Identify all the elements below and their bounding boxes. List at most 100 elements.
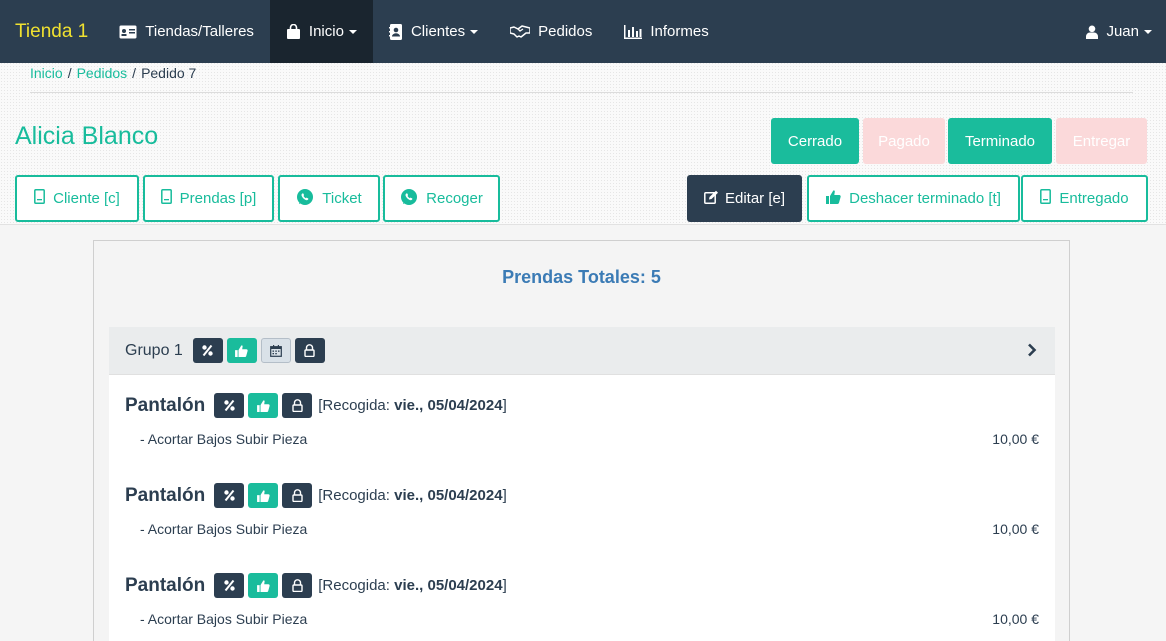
button-label: Entregado	[1059, 190, 1129, 207]
nav-item-label: Pedidos	[538, 23, 593, 40]
page-title: Alicia Blanco	[15, 122, 159, 150]
entregado-button[interactable]: Entregado	[1021, 175, 1148, 222]
bar-chart-icon	[624, 24, 643, 39]
order-panel: Prendas Totales: 5 Grupo 1 Pantalón [Rec…	[93, 240, 1070, 641]
breadcrumb-link-inicio[interactable]: Inicio	[30, 65, 63, 81]
nav-item-label: Informes	[650, 23, 709, 40]
edit-icon	[704, 190, 719, 208]
thumbs-up-icon	[826, 189, 841, 208]
group-label: Grupo 1	[125, 341, 183, 359]
status-cerrado-button[interactable]: Cerrado	[771, 118, 859, 164]
brand-logo[interactable]: Tienda 1	[0, 0, 103, 63]
item-header: Pantalón [Recogida: vie., 05/04/2024]	[125, 573, 507, 598]
item-service: - Acortar Bajos Subir Pieza	[140, 431, 308, 447]
button-label: Prendas [p]	[179, 190, 257, 207]
item-name: Pantalón	[125, 484, 206, 506]
status-terminado-button[interactable]: Terminado	[948, 118, 1052, 164]
status-entregar-button[interactable]: Entregar	[1056, 118, 1147, 164]
pickup-info: [Recogida: vie., 05/04/2024]	[318, 577, 507, 594]
whatsapp-icon	[296, 188, 314, 210]
pickup-label: [Recogida:	[318, 577, 395, 594]
percent-icon[interactable]	[214, 573, 245, 598]
item-price: 10,00 €	[992, 431, 1039, 447]
nav-item-tiendas[interactable]: Tiendas/Talleres	[103, 0, 270, 63]
prendas-button[interactable]: Prendas [p]	[143, 175, 274, 222]
ticket-button[interactable]: Ticket	[278, 175, 380, 222]
pickup-info: [Recogida: vie., 05/04/2024]	[318, 487, 507, 504]
panel-heading: Prendas Totales: 5	[502, 266, 661, 287]
lock-icon[interactable]	[282, 393, 313, 418]
percent-icon[interactable]	[214, 483, 245, 508]
handshake-icon	[510, 25, 531, 38]
user-icon	[1086, 25, 1099, 39]
item-name: Pantalón	[125, 574, 206, 596]
pickup-date: vie., 05/04/2024	[394, 577, 503, 594]
nav-item-clientes[interactable]: Clientes	[373, 0, 494, 63]
item-header: Pantalón [Recogida: vie., 05/04/2024]	[125, 483, 507, 508]
caret-down-icon	[348, 29, 357, 34]
percent-icon[interactable]	[214, 393, 245, 418]
list-item: Pantalón [Recogida: vie., 05/04/2024] - …	[109, 375, 1055, 465]
item-price: 10,00 €	[992, 521, 1039, 537]
list-item: Pantalón [Recogida: vie., 05/04/2024] - …	[109, 555, 1055, 641]
nav-item-pedidos[interactable]: Pedidos	[494, 0, 608, 63]
nav-item-label: Clientes	[410, 23, 466, 40]
editar-button[interactable]: Editar [e]	[687, 175, 802, 222]
caret-down-icon	[470, 29, 479, 34]
pickup-date: vie., 05/04/2024	[394, 487, 503, 504]
percent-icon[interactable]	[192, 338, 223, 363]
deshacer-terminado-button[interactable]: Deshacer terminado [t]	[807, 175, 1020, 222]
breadcrumb: Inicio / Pedidos / Pedido 7	[30, 65, 196, 81]
thumbs-up-icon[interactable]	[248, 393, 279, 418]
recoger-button[interactable]: Recoger	[383, 175, 500, 222]
caret-down-icon	[1144, 29, 1152, 34]
pickup-close: ]	[502, 487, 507, 504]
calendar-icon[interactable]	[260, 338, 291, 363]
nav-item-label: Tiendas/Talleres	[145, 23, 254, 40]
pickup-label: [Recogida:	[318, 397, 395, 414]
user-name: Juan	[1106, 23, 1139, 40]
button-label: Recoger	[426, 190, 483, 207]
shopping-bag-icon	[286, 24, 301, 39]
thumbs-up-icon[interactable]	[248, 483, 279, 508]
id-card-icon	[119, 25, 137, 39]
address-book-icon	[388, 23, 403, 40]
thumbs-up-icon[interactable]	[226, 338, 257, 363]
chevron-right-icon[interactable]	[1027, 343, 1037, 362]
status-pagado-button[interactable]: Pagado	[863, 118, 945, 164]
top-navbar: Tienda 1 Tiendas/Talleres Inicio Cliente…	[0, 0, 1166, 63]
button-label: Ticket	[322, 190, 362, 207]
pickup-label: [Recogida:	[318, 487, 395, 504]
item-price: 10,00 €	[992, 611, 1039, 627]
item-service: - Acortar Bajos Subir Pieza	[140, 611, 308, 627]
pickup-date: vie., 05/04/2024	[394, 397, 503, 414]
nav-item-inicio[interactable]: Inicio	[269, 0, 373, 63]
user-menu[interactable]: Juan	[1070, 0, 1166, 63]
lock-icon[interactable]	[294, 338, 325, 363]
pickup-info: [Recogida: vie., 05/04/2024]	[318, 397, 507, 414]
breadcrumb-current: Pedido 7	[141, 65, 197, 81]
breadcrumb-link-pedidos[interactable]: Pedidos	[77, 65, 128, 81]
button-label: Deshacer terminado [t]	[849, 190, 1001, 207]
garment-list: Pantalón [Recogida: vie., 05/04/2024] - …	[109, 375, 1055, 641]
nav-item-informes[interactable]: Informes	[608, 0, 724, 63]
item-header: Pantalón [Recogida: vie., 05/04/2024]	[125, 393, 507, 418]
lock-icon[interactable]	[282, 483, 313, 508]
pickup-close: ]	[502, 397, 507, 414]
lock-icon[interactable]	[282, 573, 313, 598]
list-item: Pantalón [Recogida: vie., 05/04/2024] - …	[109, 465, 1055, 555]
button-label: Cliente [c]	[53, 190, 120, 207]
thumbs-up-icon[interactable]	[248, 573, 279, 598]
divider	[30, 92, 1133, 93]
nav-item-label: Inicio	[308, 23, 344, 40]
item-name: Pantalón	[125, 394, 206, 416]
document-icon	[1040, 189, 1052, 208]
document-icon	[34, 189, 46, 208]
breadcrumb-separator: /	[132, 65, 137, 81]
whatsapp-icon	[400, 188, 418, 210]
button-label: Editar [e]	[724, 190, 786, 207]
group-header[interactable]: Grupo 1	[109, 327, 1055, 375]
cliente-button[interactable]: Cliente [c]	[15, 175, 139, 222]
pickup-close: ]	[502, 577, 507, 594]
item-service: - Acortar Bajos Subir Pieza	[140, 521, 308, 537]
